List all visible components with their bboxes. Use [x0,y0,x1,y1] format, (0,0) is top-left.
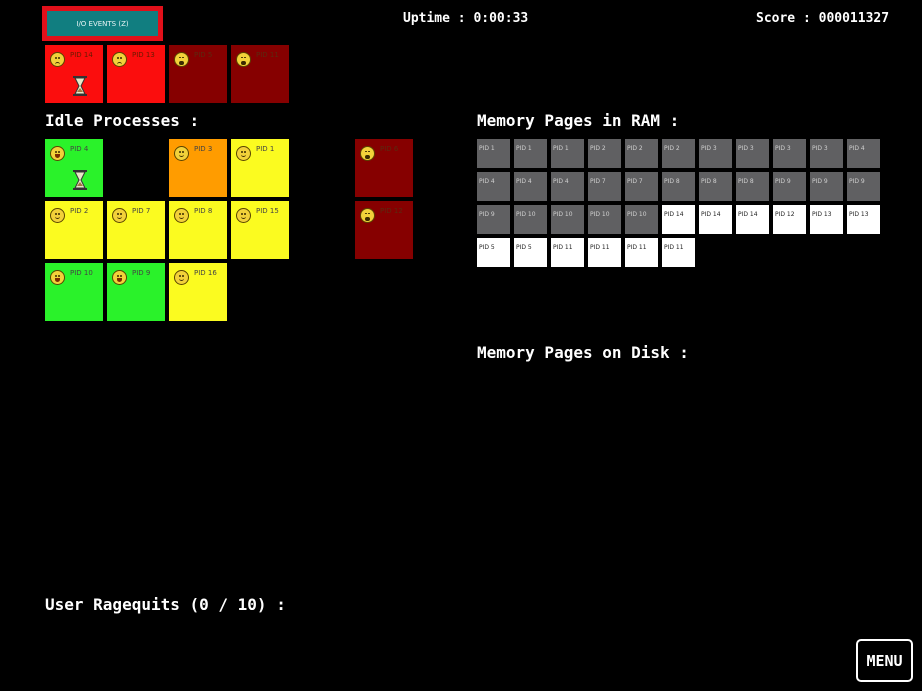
memory-page[interactable]: PID 4 [514,172,547,201]
process-label: PID 9 [132,269,151,277]
memory-page[interactable]: PID 14 [662,205,695,234]
memory-page[interactable]: PID 4 [847,139,880,168]
process-card[interactable]: PID 12 [355,201,413,259]
process-card[interactable]: PID 5 [169,45,227,103]
memory-page[interactable]: PID 1 [514,139,547,168]
process-label: PID 5 [194,51,213,59]
process-label: PID 4 [70,145,89,153]
process-label: PID 16 [194,269,217,277]
happy-face-icon [50,146,65,161]
memory-page[interactable]: PID 2 [662,139,695,168]
idle-processes-title: Idle Processes : [45,111,200,130]
memory-page[interactable]: PID 12 [773,205,806,234]
process-label: PID 12 [380,207,403,215]
sad-face-icon [112,52,127,67]
memory-page[interactable]: PID 8 [662,172,695,201]
content-face-icon [112,208,127,223]
process-label: PID 13 [132,51,155,59]
memory-page[interactable]: PID 11 [588,238,621,267]
content-face-icon [50,208,65,223]
memory-page[interactable]: PID 4 [477,172,510,201]
memory-page[interactable]: PID 5 [477,238,510,267]
memory-page[interactable]: PID 4 [551,172,584,201]
memory-page[interactable]: PID 7 [625,172,658,201]
process-card[interactable]: PID 2 [45,201,103,259]
process-card[interactable]: PID 10 [45,263,103,321]
memory-page[interactable]: PID 3 [810,139,843,168]
memory-page[interactable]: PID 8 [736,172,769,201]
memory-page[interactable]: PID 3 [773,139,806,168]
process-label: PID 6 [380,145,399,153]
process-card[interactable]: PID 4 [45,139,103,197]
score-display: Score : 000011327 [756,11,890,26]
process-card[interactable]: PID 14 [45,45,103,103]
content-face-icon [174,146,189,161]
process-label: PID 15 [256,207,279,215]
memory-page[interactable]: PID 10 [551,205,584,234]
process-card[interactable]: PID 11 [231,45,289,103]
disk-pages-title: Memory Pages on Disk : [477,343,689,362]
memory-page[interactable]: PID 3 [736,139,769,168]
memory-page[interactable]: PID 11 [662,238,695,267]
process-card[interactable]: PID 8 [169,201,227,259]
io-events-button[interactable]: I/O EVENTS (Z) [42,6,163,41]
dead-face-icon [360,146,375,161]
content-face-icon [174,270,189,285]
memory-page[interactable]: PID 10 [514,205,547,234]
process-card[interactable]: PID 9 [107,263,165,321]
memory-page[interactable]: PID 10 [625,205,658,234]
memory-page[interactable]: PID 11 [551,238,584,267]
content-face-icon [236,208,251,223]
process-label: PID 7 [132,207,151,215]
process-label: PID 11 [256,51,279,59]
process-card[interactable]: PID 1 [231,139,289,197]
uptime-display: Uptime : 0:00:33 [403,11,529,26]
menu-button[interactable]: MENU [856,639,913,682]
memory-page[interactable]: PID 13 [847,205,880,234]
process-label: PID 1 [256,145,275,153]
memory-page[interactable]: PID 14 [736,205,769,234]
memory-page[interactable]: PID 2 [625,139,658,168]
memory-page[interactable]: PID 3 [699,139,732,168]
memory-page[interactable]: PID 1 [551,139,584,168]
memory-page[interactable]: PID 5 [514,238,547,267]
sad-face-icon [50,52,65,67]
memory-page[interactable]: PID 8 [699,172,732,201]
process-label: PID 8 [194,207,213,215]
dead-face-icon [360,208,375,223]
happy-face-icon [112,270,127,285]
dead-face-icon [236,52,251,67]
hourglass-icon [73,76,87,96]
memory-page[interactable]: PID 9 [477,205,510,234]
memory-page[interactable]: PID 2 [588,139,621,168]
happy-face-icon [50,270,65,285]
process-card[interactable]: PID 6 [355,139,413,197]
memory-page[interactable]: PID 9 [810,172,843,201]
hourglass-icon [73,170,87,190]
process-card[interactable]: PID 7 [107,201,165,259]
memory-page[interactable]: PID 9 [773,172,806,201]
ram-pages-title: Memory Pages in RAM : [477,111,680,130]
memory-page[interactable]: PID 13 [810,205,843,234]
process-card[interactable]: PID 16 [169,263,227,321]
process-label: PID 3 [194,145,213,153]
memory-page[interactable]: PID 9 [847,172,880,201]
memory-page[interactable]: PID 10 [588,205,621,234]
io-events-label: I/O EVENTS (Z) [47,11,158,36]
memory-page[interactable]: PID 1 [477,139,510,168]
memory-page[interactable]: PID 14 [699,205,732,234]
memory-page[interactable]: PID 11 [625,238,658,267]
process-card[interactable]: PID 13 [107,45,165,103]
ragequits-counter: User Ragequits (0 / 10) : [45,595,286,614]
process-card[interactable]: PID 15 [231,201,289,259]
process-label: PID 2 [70,207,89,215]
memory-page[interactable]: PID 7 [588,172,621,201]
content-face-icon [236,146,251,161]
process-label: PID 10 [70,269,93,277]
dead-face-icon [174,52,189,67]
process-label: PID 14 [70,51,93,59]
process-card[interactable]: PID 3 [169,139,227,197]
content-face-icon [174,208,189,223]
